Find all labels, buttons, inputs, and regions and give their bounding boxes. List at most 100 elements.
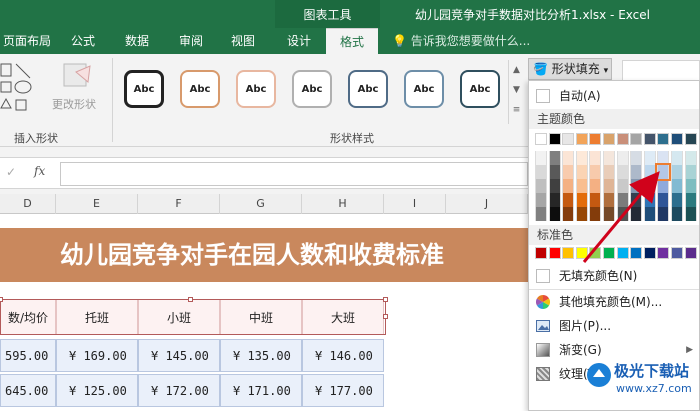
tab-page-layout[interactable]: 页面布局: [0, 28, 54, 54]
theme-shade-swatch[interactable]: [684, 193, 697, 207]
table-cell[interactable]: ¥ 135.00: [220, 339, 302, 372]
theme-shade-swatch[interactable]: [535, 151, 547, 165]
theme-shade-swatch[interactable]: [575, 179, 588, 193]
theme-shade-swatch[interactable]: [589, 179, 602, 193]
column-header-f[interactable]: F: [138, 194, 220, 214]
column-header-h[interactable]: H: [302, 194, 384, 214]
confirm-icon[interactable]: ✓: [6, 165, 16, 179]
standard-color-swatch[interactable]: [657, 247, 670, 259]
theme-shade-swatch[interactable]: [684, 151, 697, 165]
header-cell-junior[interactable]: 小班: [138, 299, 220, 335]
theme-shade-swatch[interactable]: [603, 207, 615, 221]
theme-shade-swatch[interactable]: [657, 193, 670, 207]
theme-shade-swatch[interactable]: [671, 165, 683, 179]
theme-shade-swatch[interactable]: [548, 179, 561, 193]
theme-shade-swatch[interactable]: [589, 151, 602, 165]
column-header-i[interactable]: I: [384, 194, 446, 214]
tab-format[interactable]: 格式: [326, 28, 378, 54]
shape-style-preset-6[interactable]: Abc: [404, 70, 444, 108]
column-header-e[interactable]: E: [56, 194, 138, 214]
theme-shade-swatch[interactable]: [589, 165, 602, 179]
theme-color-swatch[interactable]: [562, 133, 575, 145]
theme-shade-swatch[interactable]: [643, 193, 656, 207]
theme-shade-swatch[interactable]: [643, 207, 656, 221]
theme-shade-swatch[interactable]: [671, 193, 683, 207]
theme-shade-swatch[interactable]: [616, 193, 629, 207]
edit-shape-button[interactable]: 更改形状: [50, 60, 108, 116]
shape-style-preset-4[interactable]: Abc: [292, 70, 332, 108]
standard-color-swatch[interactable]: [603, 247, 615, 259]
column-header-d[interactable]: D: [0, 194, 56, 214]
theme-color-swatch[interactable]: [671, 133, 683, 145]
theme-color-swatch[interactable]: [630, 133, 643, 145]
theme-shade-swatch[interactable]: [562, 207, 575, 221]
formula-input[interactable]: [60, 162, 528, 186]
theme-shade-swatch[interactable]: [630, 179, 643, 193]
worksheet-grid[interactable]: 幼儿园竞争对手在园人数和收费标准 数/均价 托班 小班 中班 大班 595.00…: [0, 214, 528, 411]
table-cell[interactable]: ¥ 146.00: [302, 339, 384, 372]
shape-style-preset-2[interactable]: Abc: [180, 70, 220, 108]
theme-shade-swatch[interactable]: [535, 179, 547, 193]
theme-shade-swatch[interactable]: [562, 193, 575, 207]
theme-shade-swatch[interactable]: [603, 193, 615, 207]
theme-shade-swatch[interactable]: [535, 165, 547, 179]
standard-color-swatch[interactable]: [630, 247, 643, 259]
column-header-g[interactable]: G: [220, 194, 302, 214]
theme-shade-swatch[interactable]: [535, 207, 547, 221]
theme-shade-swatch[interactable]: [562, 151, 575, 165]
theme-color-swatch[interactable]: [616, 133, 629, 145]
theme-shade-swatch[interactable]: [603, 151, 615, 165]
theme-shade-swatch[interactable]: [575, 207, 588, 221]
theme-shade-swatch[interactable]: [657, 207, 670, 221]
theme-shade-swatch[interactable]: [589, 207, 602, 221]
shape-fill-button[interactable]: 🪣 形状填充 ▾: [528, 58, 612, 80]
shape-style-preset-5[interactable]: Abc: [348, 70, 388, 108]
table-cell[interactable]: ¥ 125.00: [56, 374, 138, 407]
header-cell-senior[interactable]: 大班: [302, 299, 384, 335]
standard-color-swatch[interactable]: [684, 247, 697, 259]
table-cell[interactable]: ¥ 145.00: [138, 339, 220, 372]
theme-shade-swatch[interactable]: [575, 151, 588, 165]
standard-color-swatch[interactable]: [548, 247, 561, 259]
theme-shade-swatch[interactable]: [630, 165, 643, 179]
theme-shade-swatch[interactable]: [630, 193, 643, 207]
header-cell-toddler[interactable]: 托班: [56, 299, 138, 335]
theme-shade-swatch[interactable]: [562, 165, 575, 179]
theme-color-swatch[interactable]: [535, 133, 547, 145]
theme-shade-swatch[interactable]: [684, 179, 697, 193]
tab-formulas[interactable]: 公式: [62, 28, 104, 54]
theme-color-swatch[interactable]: [603, 133, 615, 145]
table-cell[interactable]: ¥ 171.00: [220, 374, 302, 407]
shape-style-preset-3[interactable]: Abc: [236, 70, 276, 108]
standard-color-swatch[interactable]: [643, 247, 656, 259]
theme-shade-swatch[interactable]: [548, 207, 561, 221]
standard-color-swatch[interactable]: [616, 247, 629, 259]
theme-shade-swatch[interactable]: [684, 207, 697, 221]
tab-data[interactable]: 数据: [116, 28, 158, 54]
standard-color-swatch[interactable]: [671, 247, 683, 259]
theme-shade-swatch[interactable]: [657, 151, 670, 165]
theme-shade-swatch[interactable]: [630, 151, 643, 165]
theme-shade-swatch[interactable]: [630, 207, 643, 221]
theme-shade-swatch[interactable]: [616, 207, 629, 221]
theme-shade-swatch[interactable]: [684, 165, 697, 179]
tab-design[interactable]: 设计: [278, 28, 320, 54]
standard-color-swatch[interactable]: [535, 247, 547, 259]
theme-shade-swatch[interactable]: [603, 179, 615, 193]
theme-shade-swatch[interactable]: [643, 165, 656, 179]
auto-fill-option[interactable]: 自动(A): [529, 85, 699, 107]
theme-shade-swatch[interactable]: [655, 163, 672, 181]
fx-icon[interactable]: fx: [34, 164, 45, 178]
styles-gallery-scroll[interactable]: ▲ ▼ ≡: [508, 60, 524, 124]
theme-shade-swatch[interactable]: [562, 179, 575, 193]
theme-color-swatch[interactable]: [657, 133, 670, 145]
table-cell[interactable]: 645.00: [0, 374, 56, 407]
theme-color-swatch[interactable]: [643, 133, 656, 145]
theme-shade-swatch[interactable]: [616, 179, 629, 193]
theme-color-swatch[interactable]: [575, 133, 588, 145]
standard-color-swatch[interactable]: [575, 247, 588, 259]
theme-shade-swatch[interactable]: [575, 165, 588, 179]
theme-shade-swatch[interactable]: [643, 179, 656, 193]
theme-shade-swatch[interactable]: [575, 193, 588, 207]
theme-shade-swatch[interactable]: [643, 151, 656, 165]
